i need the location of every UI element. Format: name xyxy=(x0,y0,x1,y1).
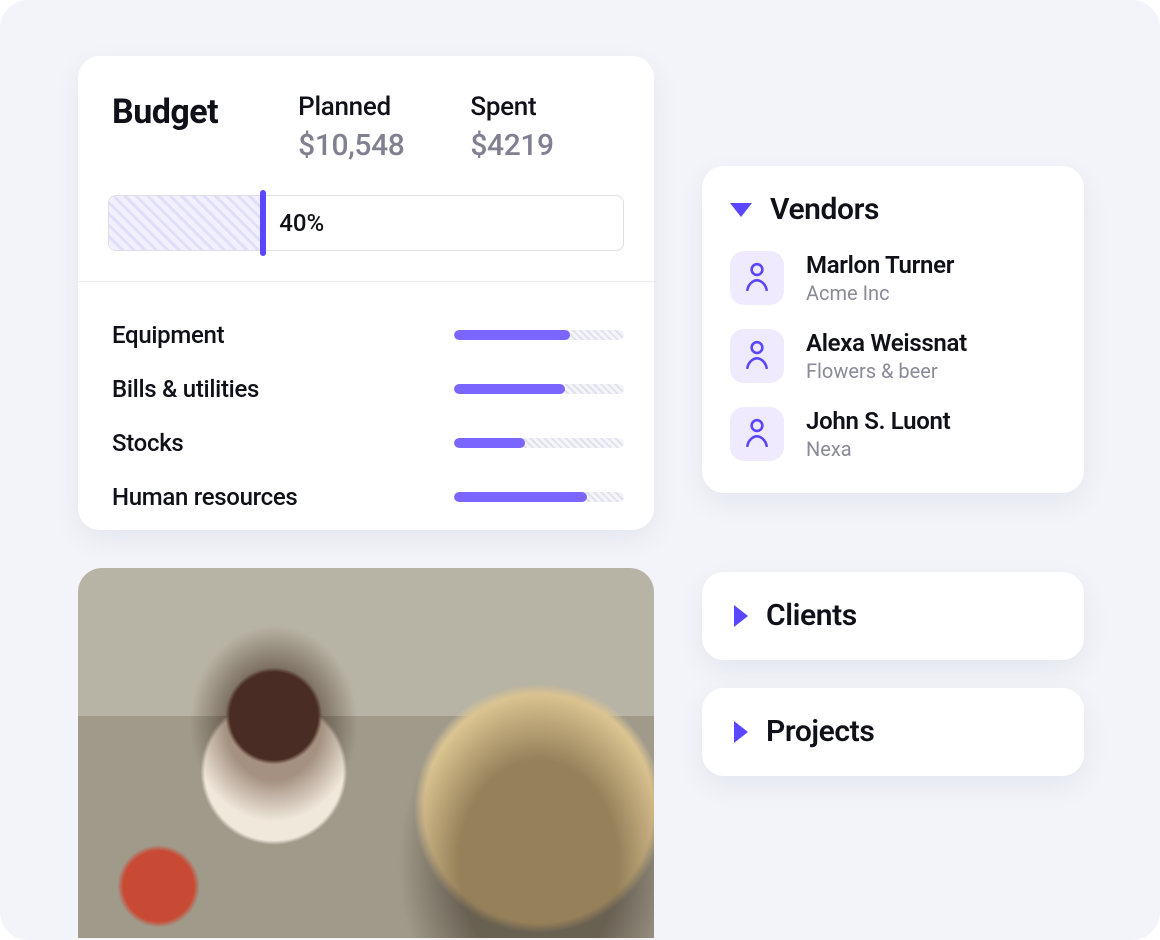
chevron-right-icon xyxy=(734,605,748,627)
clients-panel[interactable]: Clients xyxy=(702,572,1084,660)
vendor-name: Marlon Turner xyxy=(806,251,954,279)
budget-progress-bar[interactable]: 40% xyxy=(108,195,624,251)
budget-row-bar-fill xyxy=(454,330,570,340)
planned-value: $10,548 xyxy=(298,128,404,163)
chevron-right-icon xyxy=(734,721,748,743)
budget-title: Budget xyxy=(112,92,218,132)
budget-row-label: Equipment xyxy=(112,321,224,349)
budget-row-bar xyxy=(454,384,624,394)
projects-panel[interactable]: Projects xyxy=(702,688,1084,776)
budget-category-list: Equipment Bills & utilities Stocks Human… xyxy=(108,308,624,524)
vendor-item[interactable]: Marlon Turner Acme Inc xyxy=(730,251,1056,305)
vendor-company: Acme Inc xyxy=(806,281,954,305)
budget-row-hr: Human resources xyxy=(112,470,624,524)
avatar xyxy=(730,407,784,461)
vendor-name: Alexa Weissnat xyxy=(806,329,967,357)
vendor-company: Nexa xyxy=(806,437,950,461)
budget-row-label: Bills & utilities xyxy=(112,375,259,403)
avatar xyxy=(730,329,784,383)
budget-row-bar xyxy=(454,438,624,448)
budget-header: Budget Planned $10,548 Spent $4219 xyxy=(108,92,624,163)
vendor-company: Flowers & beer xyxy=(806,359,967,383)
vendors-title: Vendors xyxy=(770,192,879,227)
budget-progress-label: 40% xyxy=(279,209,324,237)
budget-row-bar-fill xyxy=(454,438,525,448)
budget-card: Budget Planned $10,548 Spent $4219 40% E… xyxy=(78,56,654,530)
vendors-panel: Vendors Marlon Turner Acme Inc xyxy=(702,166,1084,493)
projects-panel-header[interactable]: Projects xyxy=(730,714,1056,749)
projects-title: Projects xyxy=(766,714,874,749)
budget-row-bar xyxy=(454,330,624,340)
budget-row-bar-fill xyxy=(454,492,587,502)
budget-row-bills: Bills & utilities xyxy=(112,362,624,416)
avatar xyxy=(730,251,784,305)
feature-photo xyxy=(78,568,654,938)
vendor-text: Alexa Weissnat Flowers & beer xyxy=(806,329,967,383)
person-icon xyxy=(744,261,770,295)
vendor-item[interactable]: John S. Luont Nexa xyxy=(730,407,1056,461)
spent-label: Spent xyxy=(470,92,553,122)
planned-stat: Planned $10,548 xyxy=(298,92,404,163)
spent-value: $4219 xyxy=(470,128,553,163)
vendor-text: Marlon Turner Acme Inc xyxy=(806,251,954,305)
vendor-list: Marlon Turner Acme Inc Alexa Weissnat Fl… xyxy=(730,251,1056,461)
budget-progress-handle[interactable] xyxy=(260,190,266,256)
planned-label: Planned xyxy=(298,92,404,122)
vendor-item[interactable]: Alexa Weissnat Flowers & beer xyxy=(730,329,1056,383)
vendor-name: John S. Luont xyxy=(806,407,950,435)
vendor-text: John S. Luont Nexa xyxy=(806,407,950,461)
dashboard-canvas: Budget Planned $10,548 Spent $4219 40% E… xyxy=(0,0,1160,940)
person-icon xyxy=(744,339,770,373)
clients-title: Clients xyxy=(766,598,857,633)
budget-row-equipment: Equipment xyxy=(112,308,624,362)
person-icon xyxy=(744,417,770,451)
budget-row-label: Human resources xyxy=(112,483,297,511)
budget-row-bar xyxy=(454,492,624,502)
spent-stat: Spent $4219 xyxy=(470,92,553,163)
divider xyxy=(78,281,654,282)
chevron-down-icon xyxy=(730,203,752,217)
budget-progress-fill xyxy=(109,196,263,250)
budget-row-label: Stocks xyxy=(112,429,183,457)
clients-panel-header[interactable]: Clients xyxy=(730,598,1056,633)
budget-row-stocks: Stocks xyxy=(112,416,624,470)
vendors-panel-header[interactable]: Vendors xyxy=(730,192,1056,227)
budget-row-bar-fill xyxy=(454,384,565,394)
